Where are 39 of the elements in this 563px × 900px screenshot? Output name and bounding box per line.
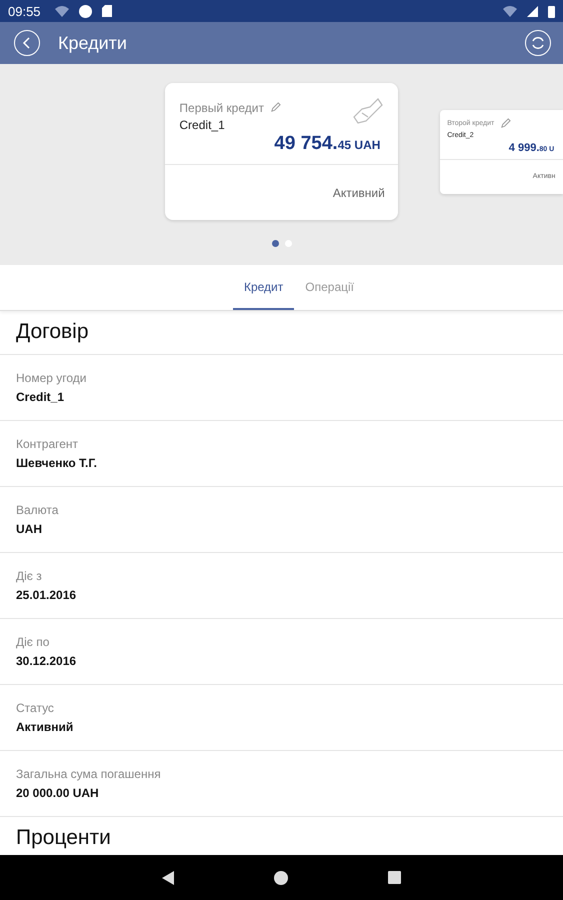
- pencil-icon[interactable]: [270, 102, 281, 114]
- page-dot[interactable]: [272, 240, 278, 247]
- section-title: Договір: [0, 311, 563, 355]
- app-bar-title: Кредити: [58, 32, 128, 54]
- field-value: Шевченко Т.Г.: [16, 456, 98, 470]
- credit-id: Credit_1: [179, 118, 226, 132]
- credit-status: Активний: [332, 184, 386, 202]
- home-icon[interactable]: [274, 870, 288, 884]
- credit-name: Первый кредит: [179, 100, 264, 115]
- credit-amount: 49 754.45 UAH: [274, 132, 380, 155]
- field-value: Credit_1: [16, 390, 66, 404]
- field-value: UAH: [16, 522, 43, 536]
- status-time: 09:55: [8, 4, 41, 18]
- pencil-icon[interactable]: [500, 118, 512, 130]
- sd-card-icon: [102, 5, 112, 17]
- field-label: Діє по: [16, 635, 50, 649]
- field-label: Контрагент: [16, 437, 80, 451]
- field-value: Активний: [16, 720, 74, 734]
- wifi-icon: [503, 6, 517, 16]
- field-value: 25.01.2016: [16, 588, 78, 602]
- notification-icon: [78, 4, 92, 18]
- tab[interactable]: Кредит: [232, 265, 294, 310]
- back-button[interactable]: [14, 30, 40, 56]
- field-value: 20 000.00 UAH: [16, 786, 100, 800]
- field-value: 30.12.2016: [16, 654, 78, 668]
- battery-icon: [548, 4, 555, 18]
- refresh-icon: [530, 35, 546, 51]
- chevron-left-icon: [22, 37, 32, 49]
- field-label: Діє з: [16, 569, 43, 583]
- credit-card[interactable]: Первый кредит Credit_1 49 754.45 UAH Активний: [165, 83, 398, 220]
- refresh-button[interactable]: [525, 30, 551, 56]
- wifi-icon: [54, 6, 69, 16]
- back-icon[interactable]: [162, 870, 174, 884]
- field-label: Загальна сума погашення: [16, 767, 162, 781]
- field-label: Номер угоди: [16, 371, 88, 385]
- field-label: Валюта: [16, 503, 60, 517]
- field-label: Статус: [16, 701, 55, 715]
- signal-icon: [527, 6, 538, 16]
- handshake-icon: [352, 97, 384, 125]
